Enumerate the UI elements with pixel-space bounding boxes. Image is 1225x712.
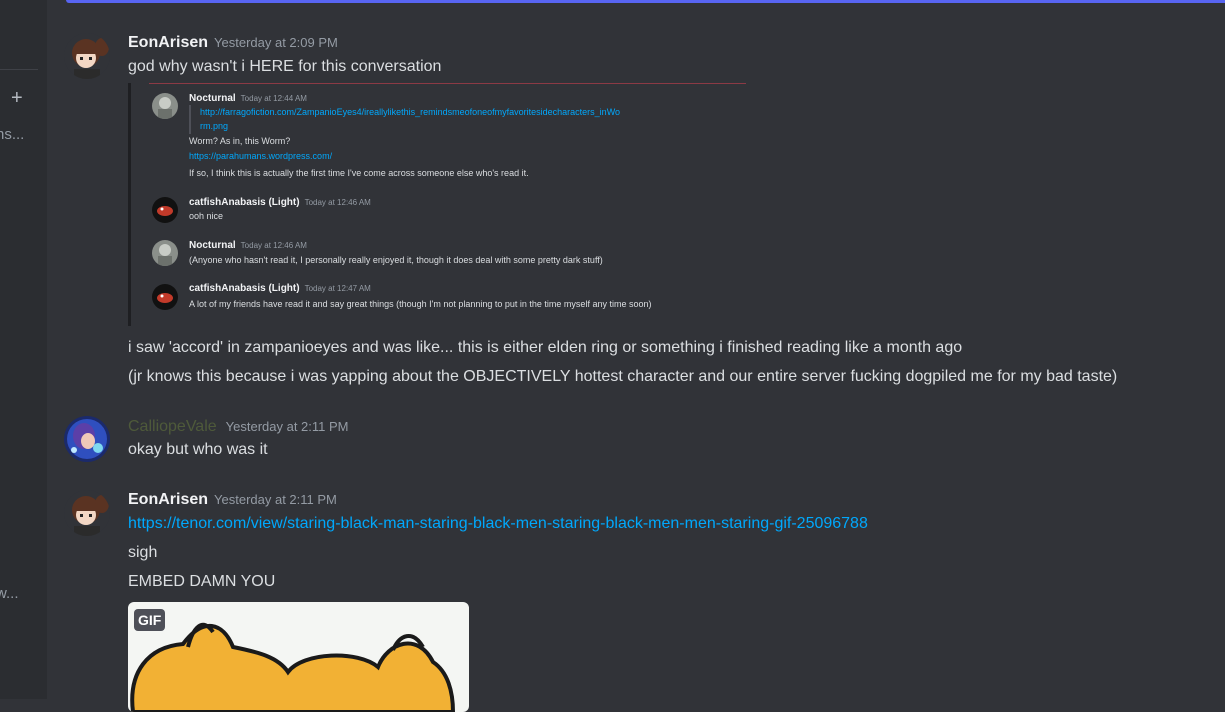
timestamp: Yesterday at 2:09 PM [214, 35, 338, 50]
new-messages-divider [149, 83, 746, 84]
embedded-text: A lot of my friends have read it and say… [189, 299, 652, 309]
message-text: i saw 'accord' in zampanioeyes and was l… [128, 339, 963, 356]
username[interactable]: EonArisen [128, 34, 208, 51]
message-header: EonArisen Yesterday at 2:09 PM [128, 34, 338, 52]
avatar[interactable] [64, 490, 110, 536]
message-text: okay but who was it [128, 441, 268, 458]
avatar[interactable] [64, 416, 110, 462]
timestamp: Yesterday at 2:11 PM [214, 492, 337, 507]
avatar [152, 284, 178, 310]
embedded-screenshot-image[interactable]: Nocturnal Today at 12:44 AM http://farrag… [128, 83, 746, 326]
embedded-author: Nocturnal Today at 12:44 AM [189, 93, 307, 104]
avatar [152, 197, 178, 223]
embedded-text: If so, I think this is actually the firs… [189, 168, 529, 178]
avatar[interactable] [64, 33, 110, 79]
embedded-link: http://farragofiction.com/ZampanioEyes4/… [200, 107, 621, 117]
username[interactable]: EonArisen [128, 491, 208, 508]
message-text: god why wasn't i HERE for this conversat… [128, 58, 442, 75]
embedded-link: https://parahumans.wordpress.com/ [189, 151, 333, 161]
tenor-link[interactable]: https://tenor.com/view/staring-black-man… [128, 515, 868, 533]
sidebar-divider [0, 69, 38, 70]
embedded-text: ooh nice [189, 211, 224, 221]
timestamp: Yesterday at 2:11 PM [225, 419, 349, 434]
add-channel-icon[interactable]: + [11, 88, 23, 108]
quote-bar [189, 105, 191, 134]
sidebar-item-truncated[interactable]: w... [0, 585, 19, 602]
message-text: EMBED DAMN YOU [128, 573, 276, 590]
gif-image [130, 622, 456, 712]
message-text: sigh [128, 544, 158, 561]
top-highlight-bar [66, 0, 1225, 3]
message-header: EonArisen Yesterday at 2:11 PM [128, 491, 337, 509]
message-text: (jr knows this because i was yapping abo… [128, 368, 1118, 385]
embedded-author: catfishAnabasis (Light) Today at 12:47 AM [189, 283, 371, 294]
channel-sidebar: + ns... w... [0, 0, 47, 699]
avatar [152, 240, 178, 266]
username[interactable]: CalliopeVale [128, 418, 217, 435]
embedded-link: rm.png [200, 121, 229, 131]
embedded-author: Nocturnal Today at 12:46 AM [189, 240, 307, 251]
embedded-text: (Anyone who hasn't read it, I personally… [189, 255, 603, 265]
avatar [152, 93, 178, 119]
gif-badge: GIF [134, 609, 166, 631]
gif-embed[interactable]: GIF [128, 602, 469, 712]
sidebar-item-truncated[interactable]: ns... [0, 126, 24, 143]
message-header: CalliopeVale Yesterday at 2:11 PM [128, 418, 349, 436]
embedded-text: Worm? As in, this Worm? [189, 136, 291, 146]
embedded-author: catfishAnabasis (Light) Today at 12:46 AM [189, 197, 371, 208]
